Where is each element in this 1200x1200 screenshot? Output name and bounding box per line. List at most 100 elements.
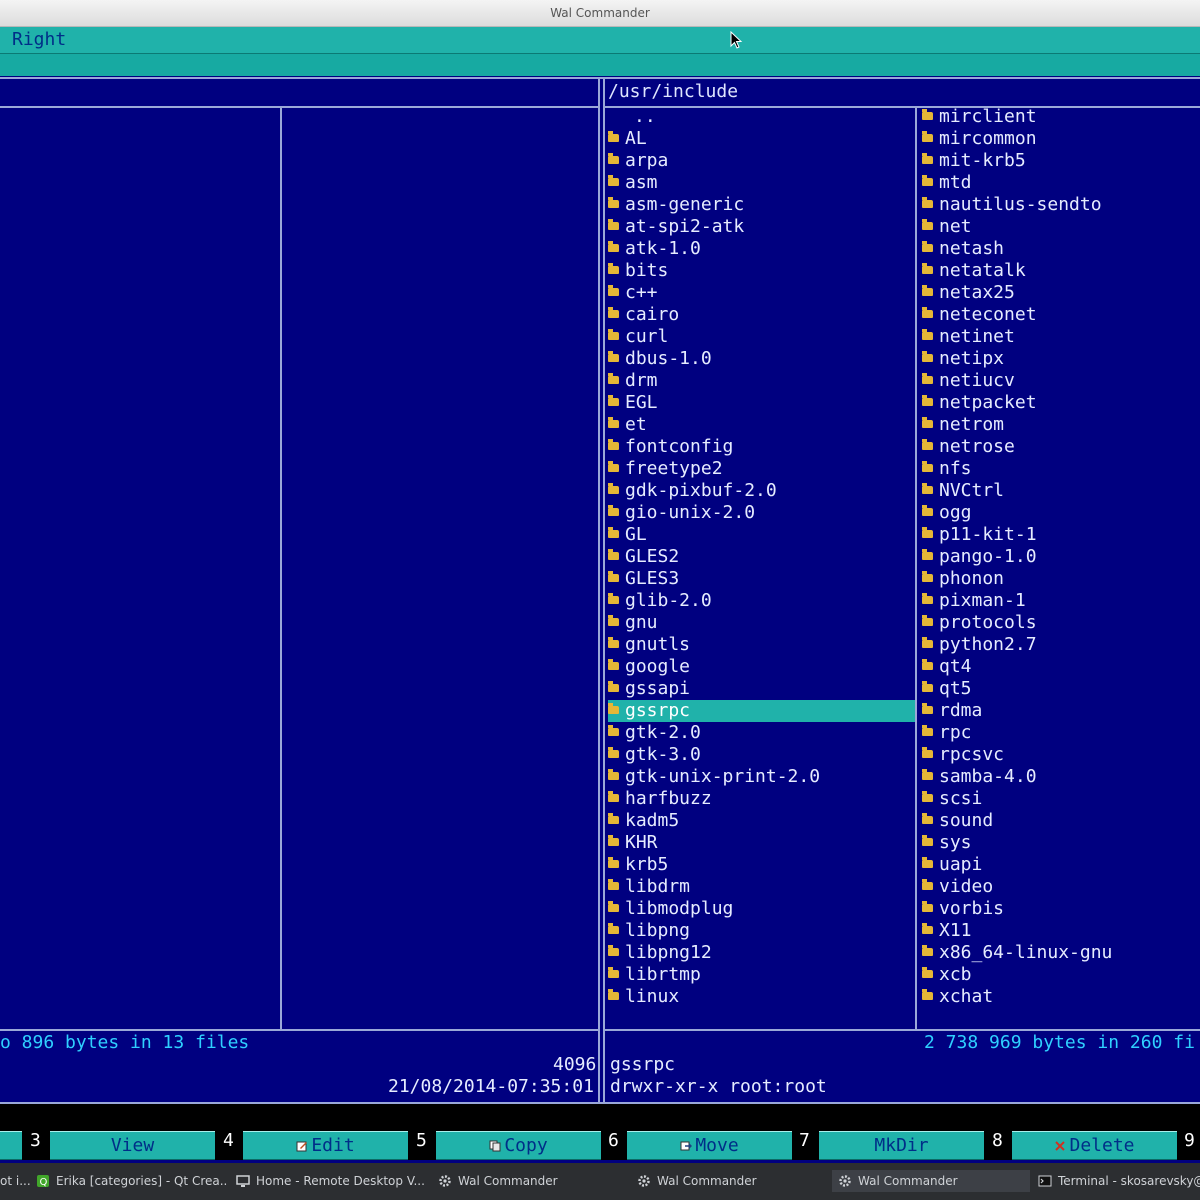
taskbar-item-qtcreator[interactable]: Q Erika [categories] - Qt Crea... [36,1170,228,1192]
file-list-row[interactable]: neteconet [922,304,1200,326]
file-list-row[interactable]: gtk-2.0 [608,722,915,744]
file-list-row[interactable]: protocols [922,612,1200,634]
file-list-row[interactable]: gssapi [608,678,915,700]
file-list-row[interactable]: AL [608,128,915,150]
file-list-row[interactable]: rdma [922,700,1200,722]
file-list-row[interactable]: xcb [922,964,1200,986]
file-list-row[interactable]: NVCtrl [922,480,1200,502]
window-titlebar[interactable]: Wal Commander [0,0,1200,27]
file-list-row[interactable]: sound [922,810,1200,832]
file-list-row[interactable]: vorbis [922,898,1200,920]
file-list-row[interactable]: EGL [608,392,915,414]
file-list-row[interactable]: fontconfig [608,436,915,458]
file-list-row[interactable]: X11 [922,920,1200,942]
file-list-row[interactable]: scsi [922,788,1200,810]
menu-item-right[interactable]: Right [12,28,66,52]
taskbar-item-app[interactable]: ot i... [0,1170,30,1192]
file-list-row[interactable]: x86_64-linux-gnu [922,942,1200,964]
file-list-row[interactable]: ogg [922,502,1200,524]
file-list-row[interactable]: phonon [922,568,1200,590]
file-list-row[interactable]: librtmp [608,964,915,986]
file-list-row[interactable]: gio-unix-2.0 [608,502,915,524]
file-list-row[interactable]: bits [608,260,915,282]
file-list-row[interactable]: freetype2 [608,458,915,480]
left-panel-column-divider [280,106,282,1030]
file-list-row[interactable]: drm [608,370,915,392]
taskbar-item-terminal[interactable]: Terminal - skosarevsky@... [1038,1170,1200,1192]
file-list-row[interactable]: mit-krb5 [922,150,1200,172]
taskbar-item-wal-commander-3[interactable]: Wal Commander [832,1170,1030,1192]
file-list-row[interactable]: python2.7 [922,634,1200,656]
file-list-row[interactable]: libmodplug [608,898,915,920]
file-list-row[interactable]: rpcsvc [922,744,1200,766]
file-list-row[interactable]: GLES3 [608,568,915,590]
file-list-row[interactable]: rpc [922,722,1200,744]
taskbar-item-remote-desktop[interactable]: Home - Remote Desktop V... [236,1170,432,1192]
file-list-row[interactable]: netrom [922,414,1200,436]
file-list-row[interactable]: pango-1.0 [922,546,1200,568]
file-list-row[interactable]: mirclient [922,106,1200,128]
file-list-row[interactable]: kadm5 [608,810,915,832]
file-list-row[interactable]: qt5 [922,678,1200,700]
file-list-row[interactable]: et [608,414,915,436]
fkey-delete-button[interactable]: Delete [1012,1131,1177,1160]
file-list-row[interactable]: gdk-pixbuf-2.0 [608,480,915,502]
file-list-row[interactable]: at-spi2-atk [608,216,915,238]
file-list-row[interactable]: GLES2 [608,546,915,568]
file-list-row[interactable]: libpng [608,920,915,942]
file-list-row[interactable]: pixman-1 [922,590,1200,612]
file-list-row[interactable]: netipx [922,348,1200,370]
file-list-row[interactable]: p11-kit-1 [922,524,1200,546]
file-list-row[interactable]: asm [608,172,915,194]
fkey-view-button[interactable]: View [50,1131,215,1160]
taskbar-item-wal-commander-2[interactable]: Wal Commander [637,1170,827,1192]
file-list-row[interactable]: dbus-1.0 [608,348,915,370]
file-list-row[interactable]: curl [608,326,915,348]
file-list-row[interactable]: xchat [922,986,1200,1008]
file-list-row[interactable]: samba-4.0 [922,766,1200,788]
folder-icon [922,131,933,142]
parent-directory-row[interactable]: .. [608,106,915,128]
file-list-row[interactable]: c++ [608,282,915,304]
file-list-row[interactable]: nfs [922,458,1200,480]
file-list-row[interactable]: gnutls [608,634,915,656]
file-list-row[interactable]: qt4 [922,656,1200,678]
file-list-row[interactable]: video [922,876,1200,898]
file-list-row[interactable]: libdrm [608,876,915,898]
fkey-move-button[interactable]: Move [627,1131,792,1160]
file-list-row[interactable]: glib-2.0 [608,590,915,612]
file-list-row[interactable]: google [608,656,915,678]
fkey-edit-button[interactable]: Edit [243,1131,408,1160]
file-list-row[interactable]: arpa [608,150,915,172]
file-list-row[interactable]: netiucv [922,370,1200,392]
taskbar-item-wal-commander-1[interactable]: Wal Commander [438,1170,628,1192]
fkey-2-button-partial[interactable] [0,1131,22,1160]
file-list-row[interactable]: atk-1.0 [608,238,915,260]
file-list-row[interactable]: gtk-3.0 [608,744,915,766]
file-list-row[interactable]: netpacket [922,392,1200,414]
file-list-row[interactable]: harfbuzz [608,788,915,810]
file-list-row[interactable]: krb5 [608,854,915,876]
file-list-row[interactable]: gnu [608,612,915,634]
file-list-row[interactable]: netrose [922,436,1200,458]
fkey-mkdir-button[interactable]: MkDir [819,1131,984,1160]
file-list-row[interactable]: KHR [608,832,915,854]
file-list-row[interactable]: sys [922,832,1200,854]
file-list-row[interactable]: netatalk [922,260,1200,282]
file-list-row[interactable]: GL [608,524,915,546]
file-list-row[interactable]: mircommon [922,128,1200,150]
fkey-copy-button[interactable]: Copy [436,1131,601,1160]
file-list-row[interactable]: mtd [922,172,1200,194]
file-list-row[interactable]: gtk-unix-print-2.0 [608,766,915,788]
file-list-row[interactable]: asm-generic [608,194,915,216]
file-list-row[interactable]: libpng12 [608,942,915,964]
file-list-row[interactable]: uapi [922,854,1200,876]
file-list-row[interactable]: netinet [922,326,1200,348]
file-list-row[interactable]: netax25 [922,282,1200,304]
file-list-row[interactable]: net [922,216,1200,238]
file-list-row[interactable]: gssrpc [608,700,915,722]
file-list-row[interactable]: linux [608,986,915,1008]
file-list-row[interactable]: cairo [608,304,915,326]
file-list-row[interactable]: nautilus-sendto [922,194,1200,216]
file-list-row[interactable]: netash [922,238,1200,260]
